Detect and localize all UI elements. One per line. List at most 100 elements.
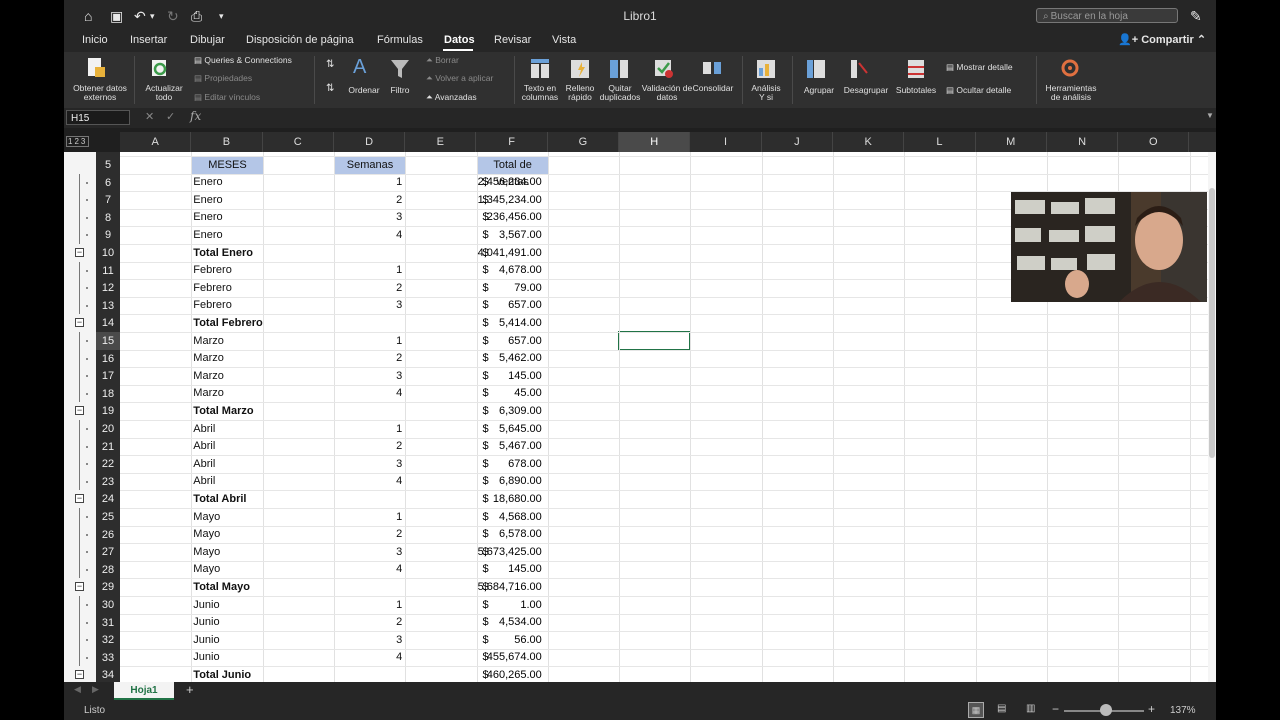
row-header-27[interactable]: 27	[96, 543, 120, 561]
sales-amount-cell[interactable]: 4,568.00	[472, 509, 542, 526]
row-header-13[interactable]: 13	[96, 297, 120, 315]
zoom-slider-thumb[interactable]	[1100, 704, 1112, 716]
month-cell[interactable]: Junio	[193, 649, 219, 666]
refresh-all-button[interactable]: Actualizar todo	[140, 84, 188, 102]
zoom-out-icon[interactable]: −	[1052, 702, 1059, 716]
sales-amount-cell[interactable]: 45.00	[472, 385, 542, 402]
row-header-17[interactable]: 17	[96, 367, 120, 385]
clear-filter-button[interactable]: ⏶ Borrar	[426, 55, 459, 65]
subtotal-label-cell[interactable]: Total Abril	[193, 491, 246, 508]
row-header-6[interactable]: 6	[96, 174, 120, 192]
text-to-columns-button[interactable]: Texto en columnas	[518, 84, 562, 102]
next-sheet-icon[interactable]: ▶	[92, 684, 99, 695]
page-break-view-icon[interactable]: ▥	[1026, 703, 1035, 714]
month-cell[interactable]: Febrero	[193, 280, 232, 297]
week-cell[interactable]: 1	[334, 333, 402, 350]
row-header-26[interactable]: 26	[96, 526, 120, 544]
week-cell[interactable]: 1	[334, 597, 402, 614]
row-header-30[interactable]: 30	[96, 596, 120, 614]
edit-links-button[interactable]: ▤ Editar vínculos	[194, 92, 260, 102]
column-header-o[interactable]: O	[1118, 132, 1190, 152]
month-cell[interactable]: Mayo	[193, 561, 220, 578]
sales-amount-cell[interactable]: 6,890.00	[472, 473, 542, 490]
row-header-20[interactable]: 20	[96, 420, 120, 438]
sales-amount-cell[interactable]: 657.00	[472, 297, 542, 314]
what-if-analysis-button[interactable]: Análisis Y si	[746, 84, 786, 102]
row-header-16[interactable]: 16	[96, 350, 120, 368]
sort-az-icon[interactable]: ⇅	[326, 60, 334, 70]
expand-formula-icon[interactable]: ▼	[1206, 111, 1214, 120]
tab-revisar[interactable]: Revisar	[494, 34, 531, 46]
week-cell[interactable]: 2	[334, 526, 402, 543]
name-box[interactable]: H15	[66, 110, 130, 125]
tab-datos[interactable]: Datos	[444, 34, 475, 46]
row-header-25[interactable]: 25	[96, 508, 120, 526]
subtotal-amount-cell[interactable]: 5,684,716.00	[472, 579, 542, 596]
row-header-15[interactable]: 15	[96, 332, 120, 350]
sales-amount-cell[interactable]: 455,674.00	[472, 649, 542, 666]
feedback-icon[interactable]: ✎	[1190, 7, 1202, 25]
subtotal-amount-cell[interactable]: 5,414.00	[472, 315, 542, 332]
row-header-10[interactable]: 10	[96, 244, 120, 262]
cancel-icon[interactable]: ✕	[145, 110, 154, 123]
show-detail-button[interactable]: ▤ Mostrar detalle	[946, 62, 1013, 72]
get-data-button[interactable]: Obtener datos externos	[70, 84, 130, 102]
sales-amount-cell[interactable]: 1,345,234.00	[472, 192, 542, 209]
column-header-e[interactable]: E	[405, 132, 477, 152]
subtotal-amount-cell[interactable]: 460,265.00	[472, 667, 542, 682]
select-all-corner[interactable]: 123	[64, 132, 120, 152]
column-header-d[interactable]: D	[334, 132, 406, 152]
sales-amount-cell[interactable]: 657.00	[472, 333, 542, 350]
week-cell[interactable]: 2	[334, 280, 402, 297]
subtotal-label-cell[interactable]: Total Junio	[193, 667, 251, 682]
column-header-b[interactable]: B	[191, 132, 263, 152]
week-cell[interactable]: 3	[334, 297, 402, 314]
month-cell[interactable]: Marzo	[193, 333, 224, 350]
month-cell[interactable]: Mayo	[193, 526, 220, 543]
filter-button[interactable]: Filtro	[382, 86, 418, 95]
collapse-group-button[interactable]: −	[75, 670, 84, 680]
column-header-h[interactable]: H	[619, 132, 691, 152]
week-cell[interactable]: 4	[334, 561, 402, 578]
sales-amount-cell[interactable]: 678.00	[472, 456, 542, 473]
consolidate-button[interactable]: Consolidar	[690, 84, 736, 93]
function-icon[interactable]: fx	[190, 109, 201, 123]
tab-inicio[interactable]: Inicio	[82, 34, 108, 46]
week-cell[interactable]: 4	[334, 473, 402, 490]
sales-amount-cell[interactable]: 145.00	[472, 368, 542, 385]
column-header-i[interactable]: I	[690, 132, 762, 152]
column-header-c[interactable]: C	[263, 132, 334, 152]
subtotal-amount-cell[interactable]: 6,309.00	[472, 403, 542, 420]
properties-button[interactable]: ▤ Propiedades	[194, 73, 252, 83]
column-header-m[interactable]: M	[976, 132, 1047, 152]
sales-amount-cell[interactable]: 4,534.00	[472, 614, 542, 631]
column-header-g[interactable]: G	[548, 132, 620, 152]
subtotal-amount-cell[interactable]: 4,041,491.00	[472, 245, 542, 262]
row-header-24[interactable]: 24	[96, 490, 120, 508]
week-cell[interactable]: 1	[334, 421, 402, 438]
group-button[interactable]: Agrupar	[798, 86, 840, 95]
collapse-group-button[interactable]: −	[75, 318, 84, 328]
row-header-21[interactable]: 21	[96, 438, 120, 456]
remove-duplicates-button[interactable]: Quitar duplicados	[598, 84, 642, 102]
sales-amount-cell[interactable]: 5,645.00	[472, 421, 542, 438]
vertical-scrollbar[interactable]	[1208, 152, 1216, 682]
scrollbar-thumb[interactable]	[1209, 188, 1215, 458]
column-header-k[interactable]: K	[833, 132, 905, 152]
row-header-14[interactable]: 14	[96, 314, 120, 332]
header-cell-meses[interactable]: MESES	[192, 156, 263, 174]
month-cell[interactable]: Enero	[193, 174, 222, 191]
sales-amount-cell[interactable]: 145.00	[472, 561, 542, 578]
sales-amount-cell[interactable]: 4,678.00	[472, 262, 542, 279]
column-header-f[interactable]: F	[477, 132, 548, 152]
row-header-33[interactable]: 33	[96, 649, 120, 667]
month-cell[interactable]: Mayo	[193, 509, 220, 526]
enter-icon[interactable]: ✓	[166, 110, 175, 123]
week-cell[interactable]: 2	[334, 350, 402, 367]
week-cell[interactable]: 4	[334, 385, 402, 402]
column-header-a[interactable]: A	[120, 132, 192, 152]
row-header-28[interactable]: 28	[96, 561, 120, 579]
column-header-j[interactable]: J	[762, 132, 833, 152]
sales-amount-cell[interactable]: 3,567.00	[472, 227, 542, 244]
row-header-8[interactable]: 8	[96, 209, 120, 227]
